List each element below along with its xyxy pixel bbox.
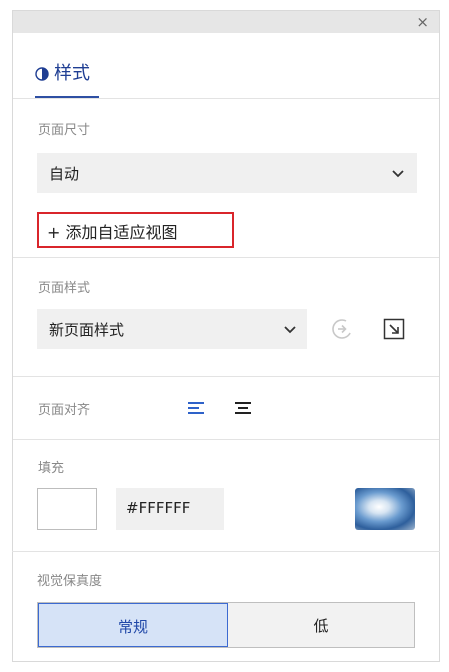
tab-style[interactable]: 样式 bbox=[35, 61, 105, 101]
fill-color-swatch[interactable] bbox=[37, 488, 97, 530]
page-style-label: 页面样式 bbox=[38, 281, 91, 296]
style-panel: × 样式 页面尺寸 自动 + 添加自适应视图 页面样式 新页面样式 页面对齐 填… bbox=[12, 10, 440, 662]
fill-hex-input[interactable]: #FFFFFF bbox=[116, 488, 224, 530]
visual-fidelity-toggle: 常规 低 bbox=[37, 602, 415, 648]
fidelity-option-low-label: 低 bbox=[313, 617, 329, 635]
page-size-select[interactable]: 自动 bbox=[37, 153, 417, 193]
add-adaptive-view-button[interactable]: + 添加自适应视图 bbox=[37, 212, 234, 248]
apply-style-icon[interactable] bbox=[330, 317, 354, 341]
divider bbox=[13, 439, 439, 440]
page-style-select[interactable]: 新页面样式 bbox=[37, 309, 307, 349]
align-center-icon[interactable] bbox=[235, 402, 251, 414]
fill-label: 填充 bbox=[38, 461, 65, 476]
fidelity-option-low[interactable]: 低 bbox=[228, 603, 414, 647]
page-size-value: 自动 bbox=[49, 165, 80, 183]
divider bbox=[13, 376, 439, 377]
divider bbox=[13, 257, 439, 258]
page-align-label: 页面对齐 bbox=[38, 403, 91, 418]
divider bbox=[13, 98, 439, 99]
add-adaptive-view-label: + 添加自适应视图 bbox=[47, 223, 178, 242]
panel-titlebar: × bbox=[13, 11, 439, 33]
style-icon bbox=[35, 67, 49, 81]
fill-hex-value: #FFFFFF bbox=[126, 499, 191, 517]
chevron-down-icon bbox=[392, 170, 404, 178]
tab-style-label: 样式 bbox=[54, 63, 90, 84]
manage-styles-icon[interactable] bbox=[383, 318, 405, 340]
fill-image-thumbnail[interactable] bbox=[355, 488, 415, 530]
divider bbox=[12, 551, 440, 552]
chevron-down-icon bbox=[284, 326, 296, 334]
page-size-label: 页面尺寸 bbox=[38, 123, 91, 138]
align-left-icon[interactable] bbox=[188, 402, 204, 414]
page-style-value: 新页面样式 bbox=[49, 321, 125, 339]
fidelity-option-normal[interactable]: 常规 bbox=[38, 603, 228, 647]
close-icon[interactable]: × bbox=[416, 12, 429, 32]
visual-fidelity-label: 视觉保真度 bbox=[37, 574, 103, 589]
fidelity-option-normal-label: 常规 bbox=[117, 618, 148, 636]
